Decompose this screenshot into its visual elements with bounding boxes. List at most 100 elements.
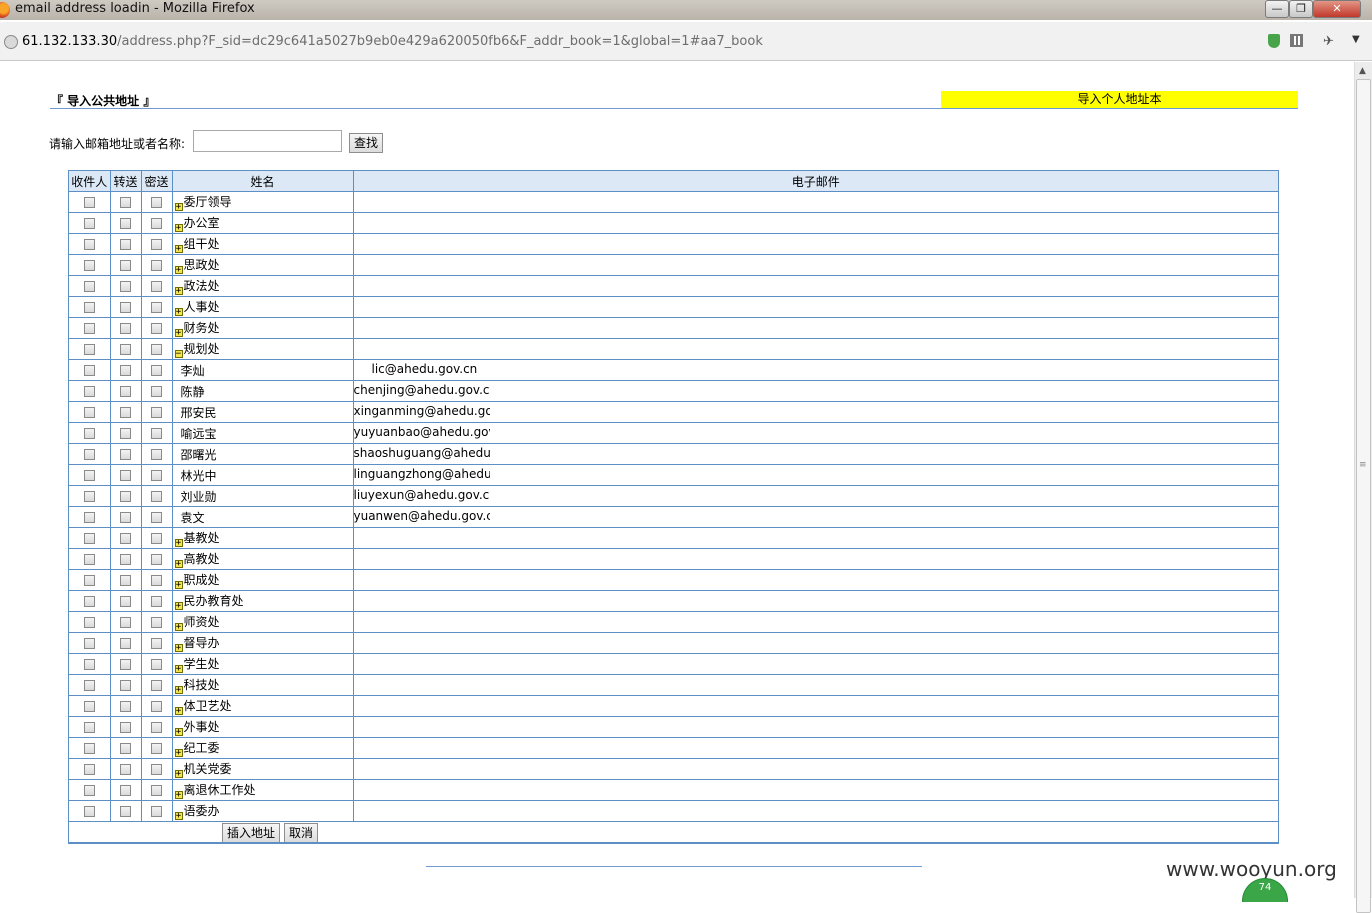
- checkbox-bcc[interactable]: [151, 575, 162, 586]
- checkbox-cc[interactable]: [120, 491, 131, 502]
- checkbox-to[interactable]: [83, 554, 95, 565]
- checkbox-bcc[interactable]: [151, 302, 162, 313]
- search-input[interactable]: [193, 130, 342, 152]
- expand-icon[interactable]: +: [174, 329, 183, 337]
- checkbox-to[interactable]: [83, 428, 95, 439]
- checkbox-to[interactable]: [83, 470, 95, 481]
- group-name[interactable]: 人事处: [184, 300, 220, 314]
- checkbox-cc[interactable]: [120, 449, 131, 460]
- checkbox-cc[interactable]: [120, 302, 131, 313]
- checkbox-bcc[interactable]: [151, 323, 162, 334]
- checkbox-bcc[interactable]: [151, 806, 162, 817]
- scroll-thumb[interactable]: [1356, 79, 1371, 913]
- checkbox-to[interactable]: [83, 218, 95, 229]
- shield-icon[interactable]: [1268, 34, 1280, 48]
- expand-icon[interactable]: +: [174, 791, 183, 799]
- expand-icon[interactable]: +: [174, 245, 183, 253]
- checkbox-to[interactable]: [83, 323, 95, 334]
- checkbox-to[interactable]: [83, 302, 95, 313]
- checkbox-cc[interactable]: [120, 743, 131, 754]
- group-name[interactable]: 高教处: [184, 552, 220, 566]
- checkbox-bcc[interactable]: [151, 218, 162, 229]
- checkbox-cc[interactable]: [120, 512, 131, 523]
- checkbox-cc[interactable]: [120, 260, 131, 271]
- checkbox-bcc[interactable]: [151, 386, 162, 397]
- group-name[interactable]: 离退休工作处: [184, 783, 256, 797]
- checkbox-to[interactable]: [83, 617, 95, 628]
- expand-icon[interactable]: +: [174, 644, 183, 652]
- expand-icon[interactable]: +: [174, 224, 183, 232]
- close-button[interactable]: ✕: [1313, 0, 1361, 18]
- group-name[interactable]: 基教处: [184, 531, 220, 545]
- checkbox-bcc[interactable]: [151, 260, 162, 271]
- group-name[interactable]: 思政处: [184, 258, 220, 272]
- checkbox-bcc[interactable]: [151, 701, 162, 712]
- address-bar[interactable]: 61.132.133.30/address.php?F_sid=dc29c641…: [0, 22, 1372, 61]
- checkbox-bcc[interactable]: [151, 722, 162, 733]
- checkbox-to[interactable]: [83, 680, 95, 691]
- group-name[interactable]: 纪工委: [184, 741, 220, 755]
- minimize-button[interactable]: —: [1265, 0, 1289, 18]
- speed-badge[interactable]: 74: [1242, 878, 1288, 902]
- expand-icon[interactable]: +: [174, 266, 183, 274]
- checkbox-bcc[interactable]: [151, 659, 162, 670]
- chevron-down-icon[interactable]: ▼: [1352, 34, 1360, 45]
- checkbox-bcc[interactable]: [151, 554, 162, 565]
- checkbox-to[interactable]: [83, 386, 95, 397]
- tools-icon[interactable]: ✈: [1323, 34, 1334, 49]
- checkbox-bcc[interactable]: [151, 743, 162, 754]
- checkbox-cc[interactable]: [120, 323, 131, 334]
- expand-icon[interactable]: +: [174, 602, 183, 610]
- checkbox-bcc[interactable]: [151, 785, 162, 796]
- insert-address-button[interactable]: 插入地址: [222, 823, 281, 842]
- checkbox-bcc[interactable]: [151, 449, 162, 460]
- expand-icon[interactable]: +: [174, 287, 183, 295]
- checkbox-bcc[interactable]: [151, 428, 162, 439]
- group-name[interactable]: 学生处: [184, 657, 220, 671]
- checkbox-to[interactable]: [83, 344, 95, 355]
- cancel-button[interactable]: 取消: [284, 823, 319, 842]
- checkbox-cc[interactable]: [120, 575, 131, 586]
- collapse-icon[interactable]: −: [174, 350, 183, 358]
- checkbox-to[interactable]: [83, 743, 95, 754]
- expand-icon[interactable]: +: [174, 308, 183, 316]
- search-button[interactable]: 查找: [349, 133, 384, 153]
- checkbox-to[interactable]: [83, 512, 95, 523]
- checkbox-cc[interactable]: [120, 659, 131, 670]
- checkbox-to[interactable]: [83, 722, 95, 733]
- expand-icon[interactable]: +: [174, 581, 183, 589]
- checkbox-to[interactable]: [83, 449, 95, 460]
- expand-icon[interactable]: +: [174, 560, 183, 568]
- group-name[interactable]: 规划处: [184, 342, 220, 356]
- group-name[interactable]: 外事处: [184, 720, 220, 734]
- checkbox-bcc[interactable]: [151, 512, 162, 523]
- checkbox-cc[interactable]: [120, 596, 131, 607]
- checkbox-bcc[interactable]: [151, 764, 162, 775]
- checkbox-bcc[interactable]: [151, 533, 162, 544]
- checkbox-to[interactable]: [83, 764, 95, 775]
- expand-icon[interactable]: +: [174, 707, 183, 715]
- checkbox-cc[interactable]: [120, 428, 131, 439]
- checkbox-cc[interactable]: [120, 386, 131, 397]
- checkbox-bcc[interactable]: [151, 638, 162, 649]
- checkbox-cc[interactable]: [120, 533, 131, 544]
- checkbox-cc[interactable]: [120, 617, 131, 628]
- expand-icon[interactable]: +: [174, 812, 183, 820]
- checkbox-cc[interactable]: [120, 407, 131, 418]
- checkbox-bcc[interactable]: [151, 470, 162, 481]
- group-name[interactable]: 职成处: [184, 573, 220, 587]
- expand-icon[interactable]: +: [174, 665, 183, 673]
- group-name[interactable]: 语委办: [184, 804, 220, 818]
- checkbox-to[interactable]: [83, 533, 95, 544]
- expand-icon[interactable]: +: [174, 728, 183, 736]
- expand-icon[interactable]: +: [174, 539, 183, 547]
- checkbox-bcc[interactable]: [151, 365, 162, 376]
- group-name[interactable]: 组干处: [184, 237, 220, 251]
- checkbox-to[interactable]: [83, 365, 95, 376]
- checkbox-to[interactable]: [83, 575, 95, 586]
- checkbox-cc[interactable]: [120, 470, 131, 481]
- checkbox-bcc[interactable]: [151, 197, 162, 208]
- checkbox-cc[interactable]: [120, 239, 131, 250]
- checkbox-bcc[interactable]: [151, 596, 162, 607]
- checkbox-cc[interactable]: [120, 344, 131, 355]
